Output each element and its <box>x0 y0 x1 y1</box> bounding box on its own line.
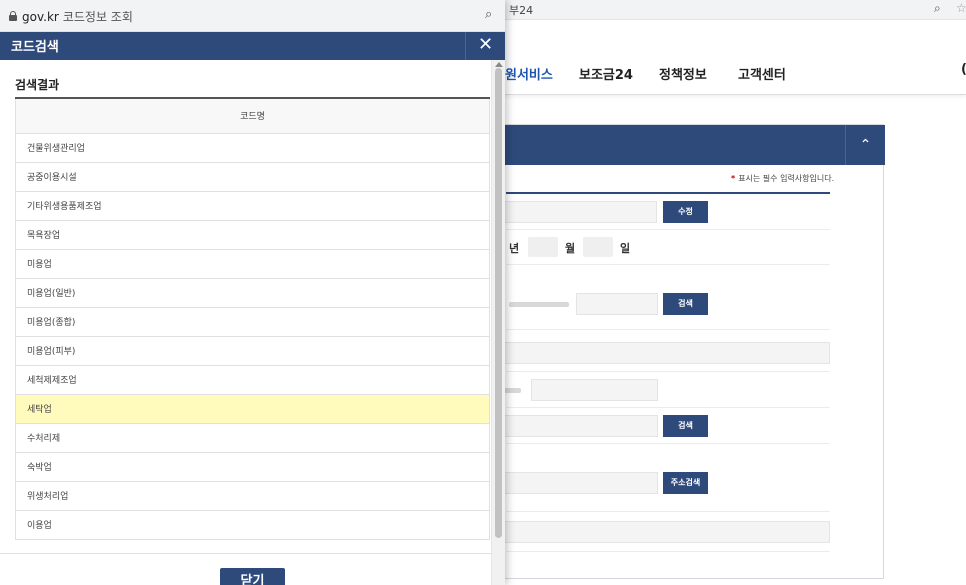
table-row[interactable]: 미용업(종합) <box>15 306 490 337</box>
table-row[interactable]: 기타위생용품제조업 <box>15 190 490 221</box>
form-divider <box>506 192 830 194</box>
popup-scrollbar[interactable] <box>491 60 505 585</box>
popup-url-site: gov.kr <box>22 10 59 24</box>
close-button[interactable]: 닫기 <box>220 568 285 585</box>
scrollbar-thumb[interactable] <box>495 68 502 538</box>
popup-address-bar: gov.kr 코드정보 조회 ⌕ <box>0 0 505 32</box>
zoom-icon[interactable]: ⌕ <box>934 1 941 16</box>
nav-item-truncated: ( <box>961 62 966 77</box>
bookmark-star-icon[interactable]: ☆ <box>956 1 966 15</box>
year-label: 년 <box>509 242 520 255</box>
required-note-text: 표시는 필수 입력사항입니다. <box>738 174 835 183</box>
footer-divider <box>0 553 491 554</box>
screen: 부24 ⌕ ☆ 원서비스 보조금24 정책정보 고객센터 ( ⌃ *표시는 필수… <box>0 0 966 585</box>
nav-item-policy-info[interactable]: 정책정보 <box>659 64 707 83</box>
code-name-cell[interactable]: 미용업(피부) <box>15 335 490 366</box>
code-name-cell[interactable]: 미용업(종합) <box>15 306 490 337</box>
code-name-cell[interactable]: 숙박업 <box>15 451 490 482</box>
table-row[interactable]: 공중이용시설 <box>15 161 490 192</box>
close-icon[interactable]: ✕ <box>465 32 505 60</box>
form-row-divider <box>506 371 830 372</box>
nav-item-customer-center[interactable]: 고객센터 <box>738 64 786 83</box>
table-header-row: 코드명 <box>15 99 490 134</box>
table-row[interactable]: 미용업(피부) <box>15 335 490 366</box>
table-row[interactable]: 건물위생관리업 <box>15 132 490 163</box>
form-row-divider <box>506 443 830 444</box>
chevron-up-icon[interactable]: ⌃ <box>845 125 885 165</box>
form-row-divider <box>506 511 830 512</box>
address-input[interactable] <box>501 472 658 494</box>
required-field-note: * 표시는 필수 입력사항입니다. <box>731 173 834 184</box>
search-button[interactable]: 검색 <box>663 293 708 315</box>
year-value[interactable] <box>528 237 558 257</box>
popup-title-bar: 코드검색 ✕ <box>0 32 505 60</box>
table-row[interactable]: 세탁업 <box>15 393 490 424</box>
code-name-cell[interactable]: 수처리제 <box>15 422 490 453</box>
zoom-icon[interactable]: ⌕ <box>485 7 492 22</box>
code-name-cell[interactable]: 미용업 <box>15 248 490 279</box>
modify-button[interactable]: 수정 <box>663 201 708 223</box>
code-name-cell[interactable]: 건물위생관리업 <box>15 132 490 163</box>
form-row-divider <box>506 407 830 408</box>
table-body: 건물위생관리업 공중이용시설 기타위생용품제조업 목욕장업 미용업 미용업(일반) 미용업(… <box>15 132 490 540</box>
form-input-1[interactable] <box>501 201 657 223</box>
code-search-popup: gov.kr 코드정보 조회 ⌕ 코드검색 ✕ 검색결과 코드명 건물위생관리업 공… <box>0 0 505 585</box>
code-name-cell[interactable]: 미용업(일반) <box>15 277 490 308</box>
blurred-text <box>509 302 569 307</box>
form-input-3[interactable] <box>501 342 830 364</box>
code-name-cell[interactable]: 공중이용시설 <box>15 161 490 192</box>
scroll-up-arrow-icon[interactable] <box>495 62 503 67</box>
table-row[interactable]: 숙박업 <box>15 451 490 482</box>
column-header-code-name: 코드명 <box>15 99 490 134</box>
form-input-5[interactable] <box>501 415 658 437</box>
address-detail-input[interactable] <box>501 521 830 543</box>
code-name-cell[interactable]: 기타위생용품제조업 <box>15 190 490 221</box>
required-mark: * <box>731 174 736 183</box>
table-row[interactable]: 미용업(일반) <box>15 277 490 308</box>
form-input-2[interactable] <box>576 293 658 315</box>
month-value[interactable] <box>583 237 613 257</box>
popup-url: gov.kr 코드정보 조회 <box>22 8 133 25</box>
code-name-cell[interactable]: 목욕장업 <box>15 219 490 250</box>
form-row-divider <box>506 264 830 265</box>
table-row[interactable]: 세척제제조업 <box>15 364 490 395</box>
lock-icon <box>9 11 17 21</box>
nav-item-civil-service[interactable]: 원서비스 <box>505 64 553 83</box>
popup-content: 검색결과 코드명 건물위생관리업 공중이용시설 기타위생용품제조업 목욕장업 미용업 미용… <box>0 60 491 585</box>
form-input-4[interactable] <box>531 379 658 401</box>
month-label: 월 <box>565 242 576 255</box>
search-button-2[interactable]: 검색 <box>663 415 708 437</box>
form-row-divider <box>506 551 830 552</box>
popup-url-page-title: 코드정보 조회 <box>62 10 133 24</box>
day-label: 일 <box>620 242 631 255</box>
search-result-heading: 검색결과 <box>15 78 60 92</box>
code-result-table: 코드명 건물위생관리업 공중이용시설 기타위생용품제조업 목욕장업 미용업 미용업(일반)… <box>15 99 490 540</box>
popup-title: 코드검색 <box>11 40 59 55</box>
table-row[interactable]: 미용업 <box>15 248 490 279</box>
code-name-cell[interactable]: 세척제제조업 <box>15 364 490 395</box>
table-row[interactable]: 위생처리업 <box>15 480 490 511</box>
form-section-header: ⌃ <box>501 125 885 165</box>
table-row[interactable]: 수처리제 <box>15 422 490 453</box>
code-name-cell[interactable]: 위생처리업 <box>15 480 490 511</box>
nav-item-subsidy24[interactable]: 보조금24 <box>579 64 633 83</box>
code-name-cell[interactable]: 이용업 <box>15 509 490 540</box>
address-search-button[interactable]: 주소검색 <box>663 472 708 494</box>
code-name-cell[interactable]: 세탁업 <box>15 393 490 424</box>
table-row[interactable]: 목욕장업 <box>15 219 490 250</box>
form-row-divider <box>506 229 830 230</box>
table-row[interactable]: 이용업 <box>15 509 490 540</box>
background-page-title: 부24 <box>509 4 534 17</box>
form-row-divider <box>506 329 830 330</box>
application-form-panel: ⌃ * 표시는 필수 입력사항입니다. 수정 년 월 일 검색 검색 주소검색 <box>500 124 885 579</box>
